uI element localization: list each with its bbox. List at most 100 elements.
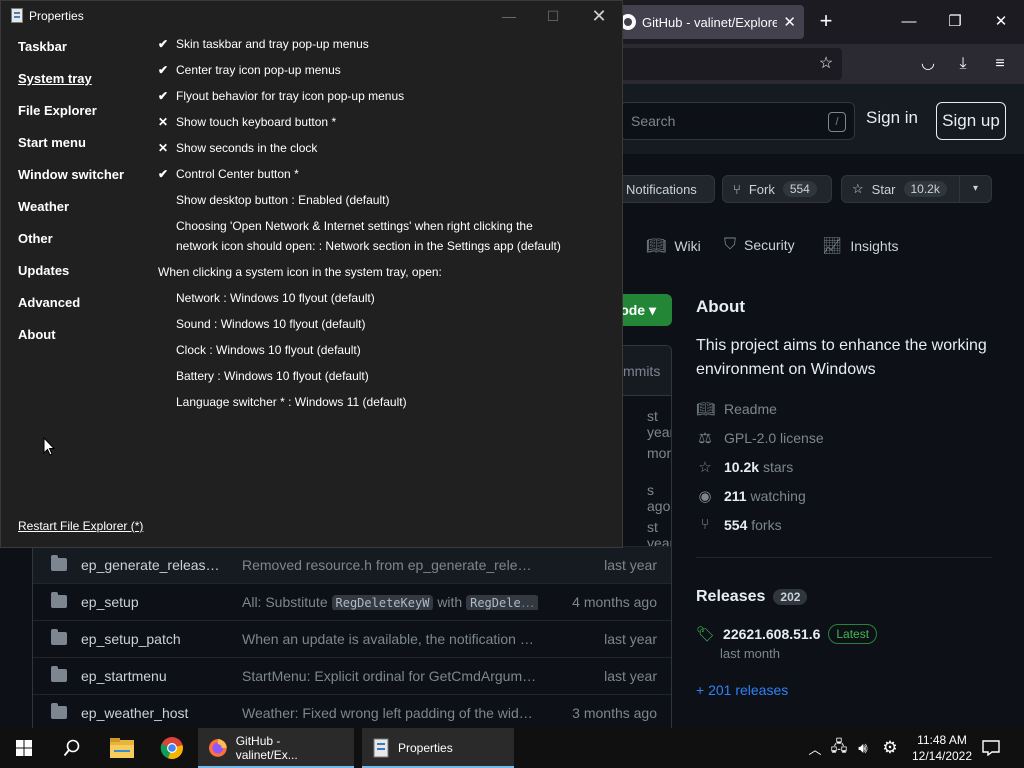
tab-insights-label: Insights: [850, 238, 899, 254]
properties-titlebar[interactable]: Properties — ☐ ✕: [1, 1, 622, 31]
table-row[interactable]: ep_setup All: Substitute RegDeleteKeyW w…: [33, 583, 671, 620]
sign-in-link[interactable]: Sign in: [866, 108, 918, 128]
restart-explorer-link[interactable]: Restart File Explorer (*): [18, 519, 143, 533]
latest-release[interactable]: 🏷︎ 22621.608.51.6 Latest: [696, 624, 878, 644]
downloads-icon[interactable]: ⤓: [953, 54, 973, 74]
option-network-settings[interactable]: Choosing 'Open Network & Internet settin…: [176, 219, 561, 253]
license-link[interactable]: ⚖ GPL-2.0 license: [696, 429, 823, 447]
sidebar-item-file-explorer[interactable]: File Explorer: [18, 103, 97, 118]
taskbar-app-firefox[interactable]: GitHub - valinet/Ex...: [198, 728, 354, 768]
option-center-tray-menus[interactable]: ✔ Center tray icon pop-up menus: [158, 63, 341, 77]
search-button[interactable]: [48, 728, 96, 768]
file-name[interactable]: ep_generate_release_…: [81, 557, 221, 573]
clock-date[interactable]: 12/14/2022: [908, 749, 976, 763]
properties-icon: [373, 738, 389, 758]
option-touch-keyboard[interactable]: ✕ Show touch keyboard button *: [158, 115, 336, 129]
table-row[interactable]: ep_generate_release_… Removed resource.h…: [33, 546, 671, 583]
network-icon[interactable]: 🖧︎: [830, 728, 848, 768]
file-explorer-button[interactable]: [98, 728, 146, 768]
file-name[interactable]: ep_weather_host: [81, 705, 221, 721]
start-button[interactable]: [0, 728, 48, 768]
commit-message[interactable]: StartMenu: Explicit ordinal for GetCmdAr…: [242, 668, 538, 684]
tab-wiki[interactable]: 📖︎ Wiki: [646, 236, 701, 256]
sidebar-item-weather[interactable]: Weather: [18, 199, 69, 214]
commit-message[interactable]: Removed resource.h from ep_generate_rele…: [242, 557, 538, 573]
browser-maximize-button[interactable]: ❐: [932, 8, 978, 36]
tab-insights[interactable]: 📈︎ Insights: [822, 236, 899, 256]
commits-link[interactable]: mmits: [623, 363, 660, 379]
fork-icon: ⑂: [733, 181, 741, 197]
sidebar-item-start-menu[interactable]: Start menu: [18, 135, 86, 150]
browser-minimize-button[interactable]: —: [886, 8, 932, 36]
notifications-button[interactable]: Notifications: [615, 175, 715, 203]
checkmark-icon: ✔: [158, 63, 169, 77]
option-clock-seconds[interactable]: ✕ Show seconds in the clock: [158, 141, 317, 155]
option-control-center[interactable]: ✔ Control Center button *: [158, 167, 299, 181]
new-tab-button[interactable]: +: [814, 10, 838, 34]
gear-icon[interactable]: ⚙: [880, 728, 900, 768]
option-language-switcher[interactable]: Language switcher * : Windows 11 (defaul…: [176, 395, 407, 409]
chevron-up-icon[interactable]: ︿: [806, 728, 824, 768]
option-show-desktop[interactable]: Show desktop button : Enabled (default): [176, 193, 389, 207]
sidebar-item-window-switcher[interactable]: Window switcher: [18, 167, 124, 182]
option-label: Center tray icon pop-up menus: [176, 63, 341, 77]
sign-up-button[interactable]: Sign up: [936, 102, 1006, 140]
option-flyout-behavior[interactable]: ✔ Flyout behavior for tray icon pop-up me…: [158, 89, 404, 103]
github-search-input[interactable]: Search /: [620, 102, 855, 140]
option-battery-flyout[interactable]: Battery : Windows 10 flyout (default): [176, 369, 369, 383]
taskbar-app-label: Properties: [398, 741, 453, 755]
url-bar[interactable]: ☆: [610, 48, 842, 80]
stars-count: 10.2k: [724, 459, 760, 475]
tab-close-icon[interactable]: ✕: [783, 13, 796, 31]
menu-icon[interactable]: ≡: [990, 54, 1010, 74]
sidebar-item-updates[interactable]: Updates: [18, 263, 69, 278]
taskbar-app-properties[interactable]: Properties: [362, 728, 514, 768]
minimize-button[interactable]: —: [494, 5, 524, 27]
pocket-icon[interactable]: ◡: [918, 54, 938, 74]
clock-time[interactable]: 11:48 AM: [912, 733, 972, 747]
more-releases-link[interactable]: + 201 releases: [696, 682, 788, 698]
volume-icon[interactable]: 🔊︎: [854, 728, 872, 768]
fork-button[interactable]: ⑂ Fork 554: [722, 175, 832, 203]
sidebar-item-advanced[interactable]: Advanced: [18, 295, 80, 310]
file-date: last year: [604, 668, 657, 684]
option-clock-flyout[interactable]: Clock : Windows 10 flyout (default): [176, 343, 361, 357]
option-skin-taskbar-menus[interactable]: ✔ Skin taskbar and tray pop-up menus: [158, 37, 369, 51]
file-name[interactable]: ep_startmenu: [81, 668, 221, 684]
commit-message[interactable]: Weather: Fixed wrong left padding of the…: [242, 705, 538, 721]
stars-link[interactable]: ☆ 10.2k stars: [696, 458, 793, 476]
tag-icon: 🏷︎: [696, 626, 716, 643]
file-name[interactable]: ep_setup: [81, 594, 221, 610]
table-row[interactable]: ep_startmenu StartMenu: Explicit ordinal…: [33, 657, 671, 694]
about-title: About: [696, 297, 746, 316]
chrome-button[interactable]: [148, 728, 196, 768]
tab-security[interactable]: ⛉ Security: [724, 236, 795, 254]
readme-link[interactable]: 📖︎ Readme: [696, 400, 777, 418]
maximize-button[interactable]: ☐: [538, 5, 568, 27]
sidebar-item-about[interactable]: About: [18, 327, 56, 342]
file-name[interactable]: ep_setup_patch: [81, 631, 221, 647]
commit-message-prefix: All: Substitute: [242, 594, 328, 610]
github-search-placeholder: Search: [631, 113, 676, 129]
browser-close-button[interactable]: ✕: [978, 8, 1024, 36]
option-sound-flyout[interactable]: Sound : Windows 10 flyout (default): [176, 317, 365, 331]
star-dropdown-icon[interactable]: ▾: [959, 176, 991, 202]
watching-link[interactable]: ◉ 211 watching: [696, 487, 805, 505]
sidebar-item-taskbar[interactable]: Taskbar: [18, 39, 67, 54]
releases-heading[interactable]: Releases 202: [696, 588, 808, 606]
sidebar-item-system-tray[interactable]: System tray: [18, 71, 92, 86]
commit-message[interactable]: When an update is available, the notific…: [242, 631, 538, 647]
commit-message[interactable]: All: Substitute RegDeleteKeyW with RegDe…: [242, 594, 538, 610]
close-button[interactable]: ✕: [584, 5, 614, 27]
table-row[interactable]: ep_weather_host Weather: Fixed wrong lef…: [33, 694, 671, 731]
fork-icon: ⑂: [700, 516, 710, 533]
star-button[interactable]: ☆ Star 10.2k ▾: [841, 175, 992, 203]
browser-tab-github[interactable]: GitHub - valinet/ExplorerP… ✕: [612, 5, 804, 39]
folder-icon: [51, 703, 67, 719]
option-network-flyout[interactable]: Network : Windows 10 flyout (default): [176, 291, 375, 305]
table-row[interactable]: ep_setup_patch When an update is availab…: [33, 620, 671, 657]
bookmark-star-icon[interactable]: ☆: [816, 54, 836, 74]
notification-icon[interactable]: [980, 728, 1002, 768]
forks-link[interactable]: ⑂ 554 forks: [696, 516, 781, 533]
sidebar-item-other[interactable]: Other: [18, 231, 53, 246]
